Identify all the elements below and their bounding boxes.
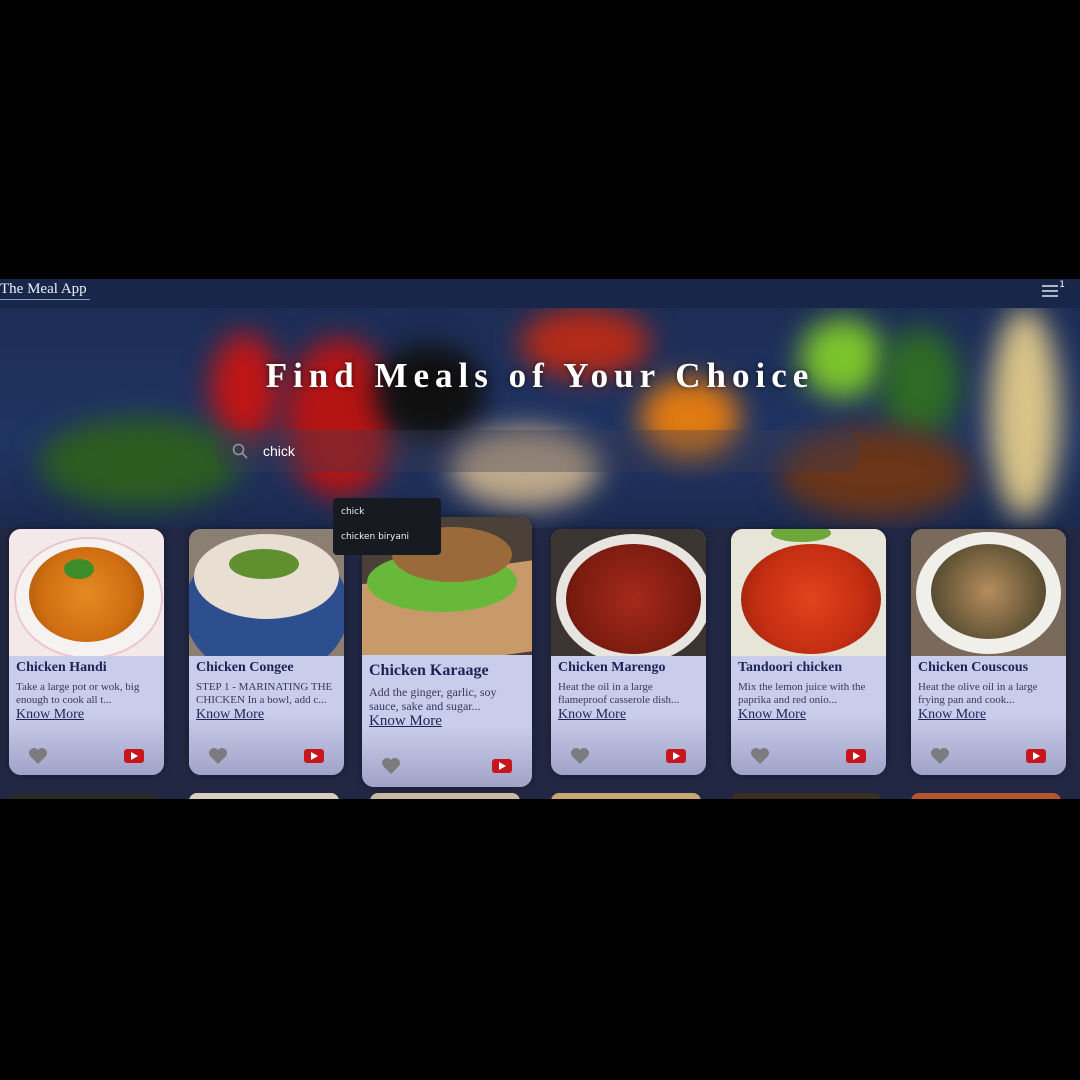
favorite-heart-icon[interactable] — [750, 747, 770, 765]
meal-card: Chicken Karaage Add the ginger, garlic, … — [362, 517, 532, 787]
meal-title: Chicken Congee — [196, 660, 294, 675]
meal-title: Tandoori chicken — [738, 660, 843, 675]
meal-card-partial[interactable] — [731, 793, 881, 799]
youtube-icon[interactable] — [124, 749, 144, 763]
favorite-heart-icon[interactable] — [381, 757, 401, 775]
meal-description: Mix the lemon juice with the paprika and… — [738, 681, 866, 706]
hero-title: Find Meals of Your Choice — [265, 356, 815, 395]
favorite-heart-icon[interactable] — [570, 747, 590, 765]
meal-card-partial[interactable] — [551, 793, 701, 799]
youtube-icon[interactable] — [304, 749, 324, 763]
meal-card: Chicken Handi Take a large pot or wok, b… — [9, 529, 164, 775]
meal-card: Chicken Marengo Heat the oil in a large … — [551, 529, 706, 775]
meal-card-partial[interactable] — [189, 793, 339, 799]
search-input[interactable] — [263, 441, 763, 461]
know-more-link[interactable]: Know More — [16, 707, 84, 723]
meal-card-partial[interactable] — [911, 793, 1061, 799]
search-suggestions-dropdown: chick chicken biryani — [333, 498, 441, 555]
brand-logo-link[interactable]: The Meal App — [0, 281, 90, 300]
favorites-count-badge: 1 — [1059, 280, 1065, 290]
meal-image — [731, 529, 886, 656]
meal-image — [189, 529, 344, 656]
meal-title: Chicken Karaage — [369, 662, 489, 679]
meal-description: Add the ginger, garlic, soy sauce, sake … — [369, 685, 497, 713]
suggestion-item[interactable]: chicken biryani — [341, 532, 409, 542]
meal-card: Chicken Couscous Heat the olive oil in a… — [911, 529, 1066, 775]
favorite-heart-icon[interactable] — [28, 747, 48, 765]
lemongrass-decoration — [990, 308, 1060, 518]
meal-image — [911, 529, 1066, 656]
know-more-link[interactable]: Know More — [369, 713, 442, 730]
search-icon — [232, 443, 248, 459]
youtube-icon[interactable] — [492, 759, 512, 773]
favorite-heart-icon[interactable] — [208, 747, 228, 765]
hero-banner: Find Meals of Your Choice — [0, 308, 1080, 528]
know-more-link[interactable]: Know More — [558, 707, 626, 723]
know-more-link[interactable]: Know More — [196, 707, 264, 723]
meal-image — [9, 529, 164, 656]
youtube-icon[interactable] — [1026, 749, 1046, 763]
youtube-icon[interactable] — [666, 749, 686, 763]
hamburger-menu-icon[interactable] — [1042, 285, 1058, 299]
meal-title: Chicken Marengo — [558, 660, 666, 675]
search-bar[interactable] — [215, 430, 860, 472]
meal-card: Tandoori chicken Mix the lemon juice wit… — [731, 529, 886, 775]
favorite-heart-icon[interactable] — [930, 747, 950, 765]
meal-description: Heat the olive oil in a large frying pan… — [918, 681, 1038, 706]
know-more-link[interactable]: Know More — [738, 707, 806, 723]
meal-description: Take a large pot or wok, big enough to c… — [16, 681, 140, 706]
herbs-decoration — [40, 418, 240, 508]
meal-description: Heat the oil in a large flameproof casse… — [558, 681, 680, 706]
meal-card: Chicken Congee STEP 1 - MARINATING THE C… — [189, 529, 344, 775]
meal-title: Chicken Couscous — [918, 660, 1029, 675]
meal-card-partial[interactable] — [9, 793, 159, 799]
know-more-link[interactable]: Know More — [918, 707, 986, 723]
meal-app-window: The Meal App 1 Find Meals of Your Choice — [0, 279, 1080, 799]
meal-card-partial[interactable] — [370, 793, 520, 799]
meal-image — [551, 529, 706, 656]
meal-description: STEP 1 - MARINATING THE CHICKEN In a bow… — [196, 681, 333, 706]
youtube-icon[interactable] — [846, 749, 866, 763]
navbar: The Meal App 1 — [0, 279, 1080, 308]
suggestion-item[interactable]: chick — [341, 507, 364, 517]
meal-title: Chicken Handi — [16, 660, 107, 675]
